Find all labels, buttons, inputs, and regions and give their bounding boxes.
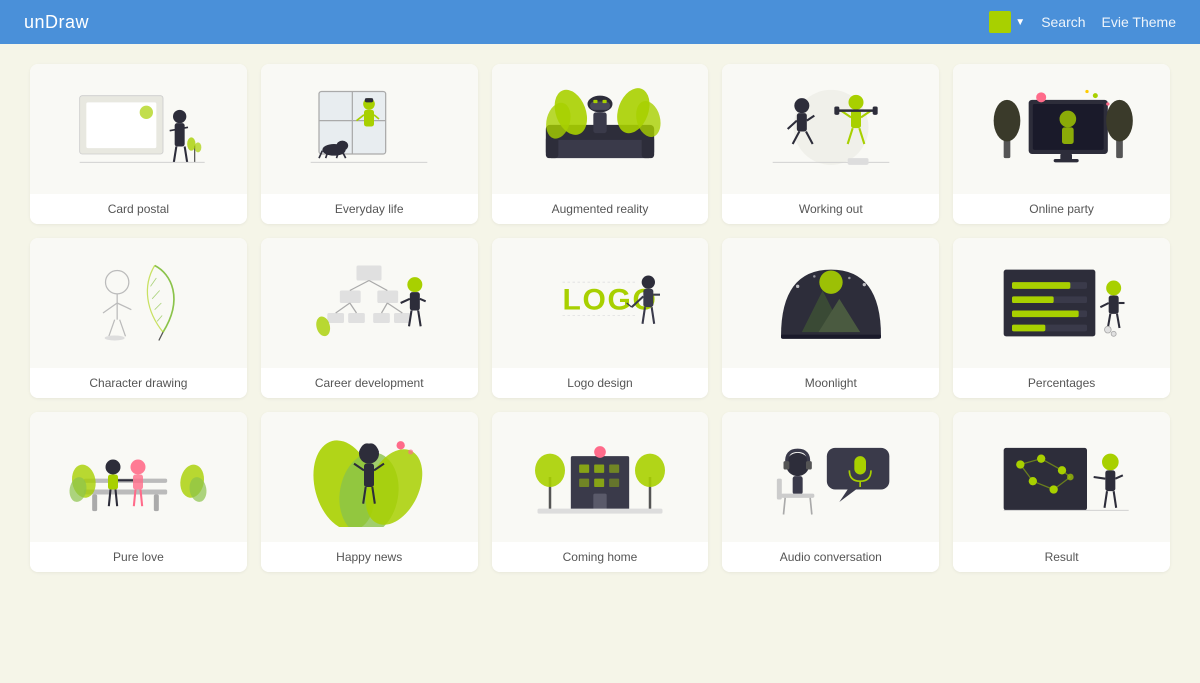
result-illustration <box>953 412 1170 542</box>
moonlight-label: Moonlight <box>722 368 939 398</box>
color-swatch <box>989 11 1011 33</box>
app-header: unDraw ▼ Search Evie Theme <box>0 0 1200 44</box>
percentages-label: Percentages <box>953 368 1170 398</box>
career-development-label: Career development <box>261 368 478 398</box>
audio-conversation-illustration <box>722 412 939 542</box>
card-audio-conversation[interactable]: Audio conversation <box>722 412 939 572</box>
card-coming-home[interactable]: Coming home <box>492 412 709 572</box>
card-working-out[interactable]: Working out <box>722 64 939 224</box>
card-career-development[interactable]: Career development <box>261 238 478 398</box>
card-pure-love[interactable]: Pure love <box>30 412 247 572</box>
character-drawing-illustration <box>30 238 247 368</box>
illustration-grid: Card postal <box>30 64 1170 572</box>
audio-conversation-label: Audio conversation <box>722 542 939 572</box>
card-moonlight[interactable]: Moonlight <box>722 238 939 398</box>
working-out-label: Working out <box>722 194 939 224</box>
card-augmented-reality[interactable]: Augmented reality <box>492 64 709 224</box>
card-postal-label: Card postal <box>30 194 247 224</box>
coming-home-label: Coming home <box>492 542 709 572</box>
percentages-illustration <box>953 238 1170 368</box>
app-logo: unDraw <box>24 12 89 33</box>
career-development-illustration <box>261 238 478 368</box>
everyday-life-illustration <box>261 64 478 194</box>
result-label: Result <box>953 542 1170 572</box>
logo-design-illustration: LOGO <box>492 238 709 368</box>
moonlight-illustration <box>722 238 939 368</box>
online-party-illustration <box>953 64 1170 194</box>
working-out-illustration <box>722 64 939 194</box>
card-logo-design[interactable]: LOGO Logo design <box>492 238 709 398</box>
theme-button[interactable]: Evie Theme <box>1102 14 1176 30</box>
card-character-drawing[interactable]: Character drawing <box>30 238 247 398</box>
character-drawing-label: Character drawing <box>30 368 247 398</box>
card-card-postal[interactable]: Card postal <box>30 64 247 224</box>
happy-news-illustration <box>261 412 478 542</box>
card-postal-illustration <box>30 64 247 194</box>
card-happy-news[interactable]: Happy news <box>261 412 478 572</box>
pure-love-illustration <box>30 412 247 542</box>
card-online-party[interactable]: Online party <box>953 64 1170 224</box>
dropdown-arrow-icon: ▼ <box>1015 17 1025 28</box>
augmented-reality-label: Augmented reality <box>492 194 709 224</box>
happy-news-label: Happy news <box>261 542 478 572</box>
card-everyday-life[interactable]: Everyday life <box>261 64 478 224</box>
card-result[interactable]: Result <box>953 412 1170 572</box>
color-picker[interactable]: ▼ <box>989 11 1025 33</box>
logo-design-label: Logo design <box>492 368 709 398</box>
augmented-reality-illustration <box>492 64 709 194</box>
online-party-label: Online party <box>953 194 1170 224</box>
header-controls: ▼ Search Evie Theme <box>989 11 1176 33</box>
svg-text:LOGO: LOGO <box>562 284 657 317</box>
everyday-life-label: Everyday life <box>261 194 478 224</box>
pure-love-label: Pure love <box>30 542 247 572</box>
card-percentages[interactable]: Percentages <box>953 238 1170 398</box>
coming-home-illustration <box>492 412 709 542</box>
main-content: Card postal <box>0 44 1200 592</box>
search-button[interactable]: Search <box>1041 14 1085 30</box>
